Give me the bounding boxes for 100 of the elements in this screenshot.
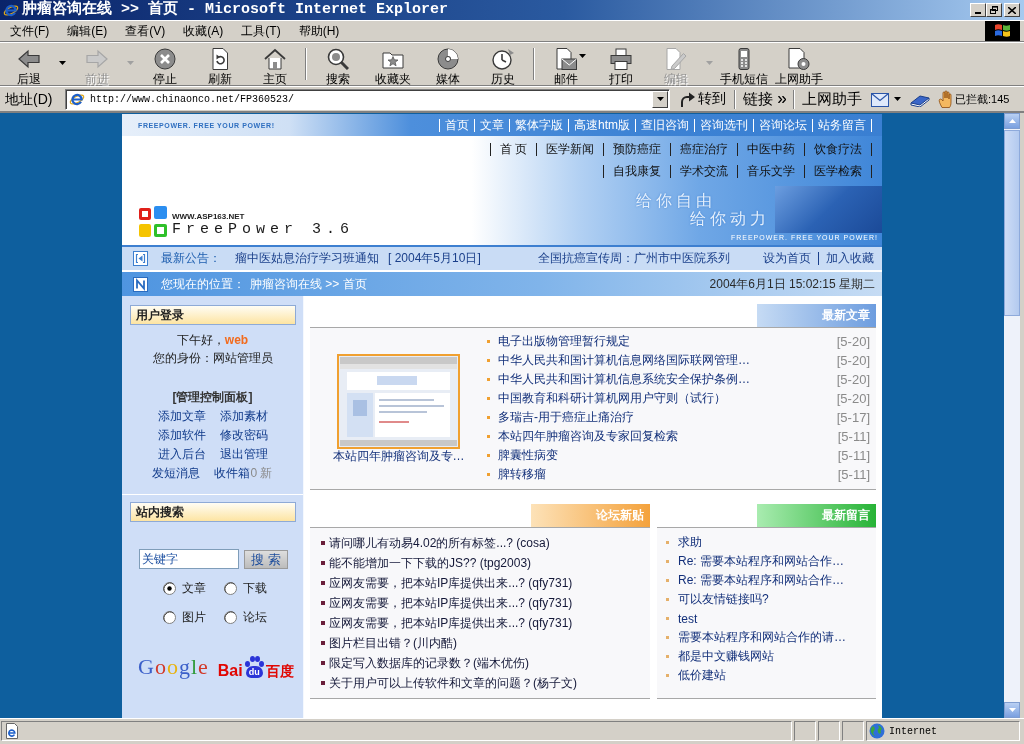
toolbar-button[interactable]: 停止	[137, 45, 192, 85]
toolbar-button[interactable]: 主页	[247, 45, 302, 85]
nav-link[interactable]: 首 页	[490, 141, 536, 157]
screenshot-thumbnail[interactable]	[337, 354, 460, 449]
article-link[interactable]: 多瑞吉-用于癌症止痛治疗	[498, 409, 837, 426]
radio-button[interactable]	[163, 581, 176, 595]
nav-link[interactable]: 站务留言	[813, 117, 871, 133]
address-field[interactable]: http://www.chinaonco.net/FP360523/	[65, 88, 670, 110]
admin-link[interactable]: 添加文章	[157, 407, 206, 426]
toolbar-button[interactable]: 刷新	[192, 45, 247, 85]
thumbnail-caption[interactable]: 本站四年肿瘤咨询及专…	[332, 449, 465, 463]
header-link[interactable]: 加入收藏	[826, 250, 874, 267]
search-button[interactable]: 搜 索	[244, 549, 288, 569]
mail-button[interactable]	[871, 91, 901, 107]
admin-link[interactable]: 添加素材	[219, 407, 268, 426]
option-label[interactable]: 图片	[182, 608, 206, 626]
message-link[interactable]: 都是中文赚钱网站	[678, 648, 774, 665]
article-link[interactable]: 中华人民共和国计算机信息系统安全保护条例…	[498, 371, 837, 388]
menu-item[interactable]: 编辑(E)	[57, 22, 116, 40]
admin-link[interactable]: 进入后台	[157, 445, 206, 464]
nav-link[interactable]: 查旧咨询	[636, 117, 694, 133]
radio-button[interactable]	[163, 610, 176, 624]
nav-link[interactable]: 饮食疗法	[805, 141, 871, 157]
article-link[interactable]: 中国教育和科研计算机网用户守则（试行）	[498, 390, 837, 407]
nav-link[interactable]: 中医中药	[738, 141, 804, 157]
option-label[interactable]: 下载	[243, 579, 267, 597]
admin-link[interactable]: 修改密码	[219, 426, 268, 445]
menu-item[interactable]: 帮助(H)	[288, 22, 348, 40]
forum-post-link[interactable]: 请问哪儿有动易4.02的所有标签...? (cosa)	[329, 534, 550, 552]
message-link[interactable]: Re: 需要本站程序和网站合作…	[678, 572, 844, 589]
nav-link[interactable]: 学术交流	[671, 163, 737, 179]
forum-post-link[interactable]: 应网友需要，把本站IP库提供出来...? (qfy731)	[329, 614, 573, 632]
admin-link[interactable]: 退出管理	[219, 445, 268, 464]
admin-link[interactable]: 发短消息	[152, 464, 201, 483]
nav-link[interactable]: 咨询论坛	[754, 117, 812, 133]
option-label[interactable]: 论坛	[243, 608, 267, 626]
article-link[interactable]: 脾囊性病变	[498, 447, 838, 464]
nav-link[interactable]: 音乐文学	[738, 163, 804, 179]
google-logo[interactable]: Google	[138, 654, 209, 680]
nav-link[interactable]: 癌症治疗	[671, 141, 737, 157]
toolbar-button[interactable]: 收藏夹	[365, 45, 420, 85]
option-label[interactable]: 文章	[182, 579, 206, 597]
admin-link[interactable]: 收件箱	[214, 464, 251, 483]
nav-link[interactable]: 预防癌症	[604, 141, 670, 157]
nav-link[interactable]: 医学检索	[805, 163, 871, 179]
radio-button[interactable]	[224, 581, 237, 595]
forum-post-link[interactable]: 应网友需要，把本站IP库提供出来...? (qfy731)	[329, 594, 573, 612]
blocker-button[interactable]: 已拦截:145	[938, 90, 1010, 108]
nav-link[interactable]: 繁体字版	[510, 117, 568, 133]
article-link[interactable]: 本站四年肿瘤咨询及专家回复检索	[498, 428, 838, 445]
message-link[interactable]: 低价建站	[678, 667, 726, 684]
toolbar-button[interactable]: 邮件	[538, 45, 593, 85]
nav-link[interactable]: 咨询选刊	[695, 117, 753, 133]
nav-link[interactable]: 医学新闻	[537, 141, 603, 157]
nav-link[interactable]: 自我康复	[604, 163, 670, 179]
helper-button[interactable]: 上网助手	[800, 89, 864, 109]
status-pane	[794, 721, 816, 741]
forum-post-link[interactable]: 能不能增加一下下载的JS?? (tpg2003)	[329, 554, 532, 572]
scroll-down-button[interactable]	[1004, 702, 1020, 718]
search-field[interactable]: 关键字	[139, 549, 239, 569]
close-button[interactable]	[1004, 3, 1020, 17]
caret-icon[interactable]	[59, 61, 66, 65]
forum-post-link[interactable]: 应网友需要，把本站IP库提供出来...? (qfy731)	[329, 574, 573, 592]
toolbar-button[interactable]: 后退	[1, 45, 56, 85]
message-link[interactable]: 需要本站程序和网站合作的请…	[678, 629, 846, 646]
menu-item[interactable]: 收藏(A)	[173, 22, 232, 40]
nav-link[interactable]: 高速htm版	[569, 117, 635, 133]
header-link[interactable]: 设为首页	[763, 250, 811, 267]
toolbar-button[interactable]: 媒体	[420, 45, 475, 85]
toolbar-button[interactable]: 上网助手	[771, 45, 826, 85]
window-title: 肿瘤咨询在线 >> 首页 - Microsoft Internet Explorer	[22, 1, 450, 19]
forum-post-link[interactable]: 关于用户可以上传软件和文章的问题？(杨子文)	[329, 674, 577, 692]
links-button[interactable]: 链接	[741, 89, 788, 109]
forum-post-link[interactable]: 图片栏目出错？(川内酷)	[329, 634, 457, 652]
admin-link[interactable]: 添加软件	[157, 426, 206, 445]
message-link[interactable]: Re: 需要本站程序和网站合作…	[678, 553, 844, 570]
message-link[interactable]: 可以友情链接吗?	[678, 591, 769, 608]
scrollbar-thumb[interactable]	[1004, 130, 1020, 316]
go-button[interactable]: 转到	[676, 90, 729, 108]
menu-item[interactable]: 工具(T)	[231, 22, 289, 40]
baidu-logo[interactable]: Bai du 百度	[217, 654, 294, 680]
promo-link[interactable]: 全国抗癌宣传周：广州市中医院系列	[538, 250, 730, 267]
restore-button[interactable]	[986, 3, 1002, 17]
article-link[interactable]: 电子出版物管理暂行规定	[498, 333, 837, 350]
toolbar-button[interactable]: 手机短信	[716, 45, 771, 85]
message-link[interactable]: 求助	[678, 534, 702, 551]
article-link[interactable]: 中华人民共和国计算机信息网络国际联网管理…	[498, 352, 837, 369]
toolbar-button[interactable]: 打印	[593, 45, 648, 85]
radio-button[interactable]	[224, 610, 237, 624]
menu-item[interactable]: 查看(V)	[115, 22, 174, 40]
menu-item[interactable]: 文件(F)	[0, 22, 58, 40]
article-link[interactable]: 脾转移瘤	[498, 466, 838, 483]
minimize-button[interactable]	[970, 3, 986, 17]
scroll-up-button[interactable]	[1004, 113, 1020, 129]
toolbar-button[interactable]: 历史	[475, 45, 530, 85]
message-link[interactable]: test	[678, 611, 698, 626]
toolbar-button[interactable]: 搜索	[310, 45, 365, 85]
forum-post-link[interactable]: 限定写入数据库的记录数？(端木优伤)	[329, 654, 529, 672]
notice-link[interactable]: 瘤中医姑息治疗学习班通知	[235, 250, 379, 267]
nav-link[interactable]: 文章	[475, 117, 509, 133]
